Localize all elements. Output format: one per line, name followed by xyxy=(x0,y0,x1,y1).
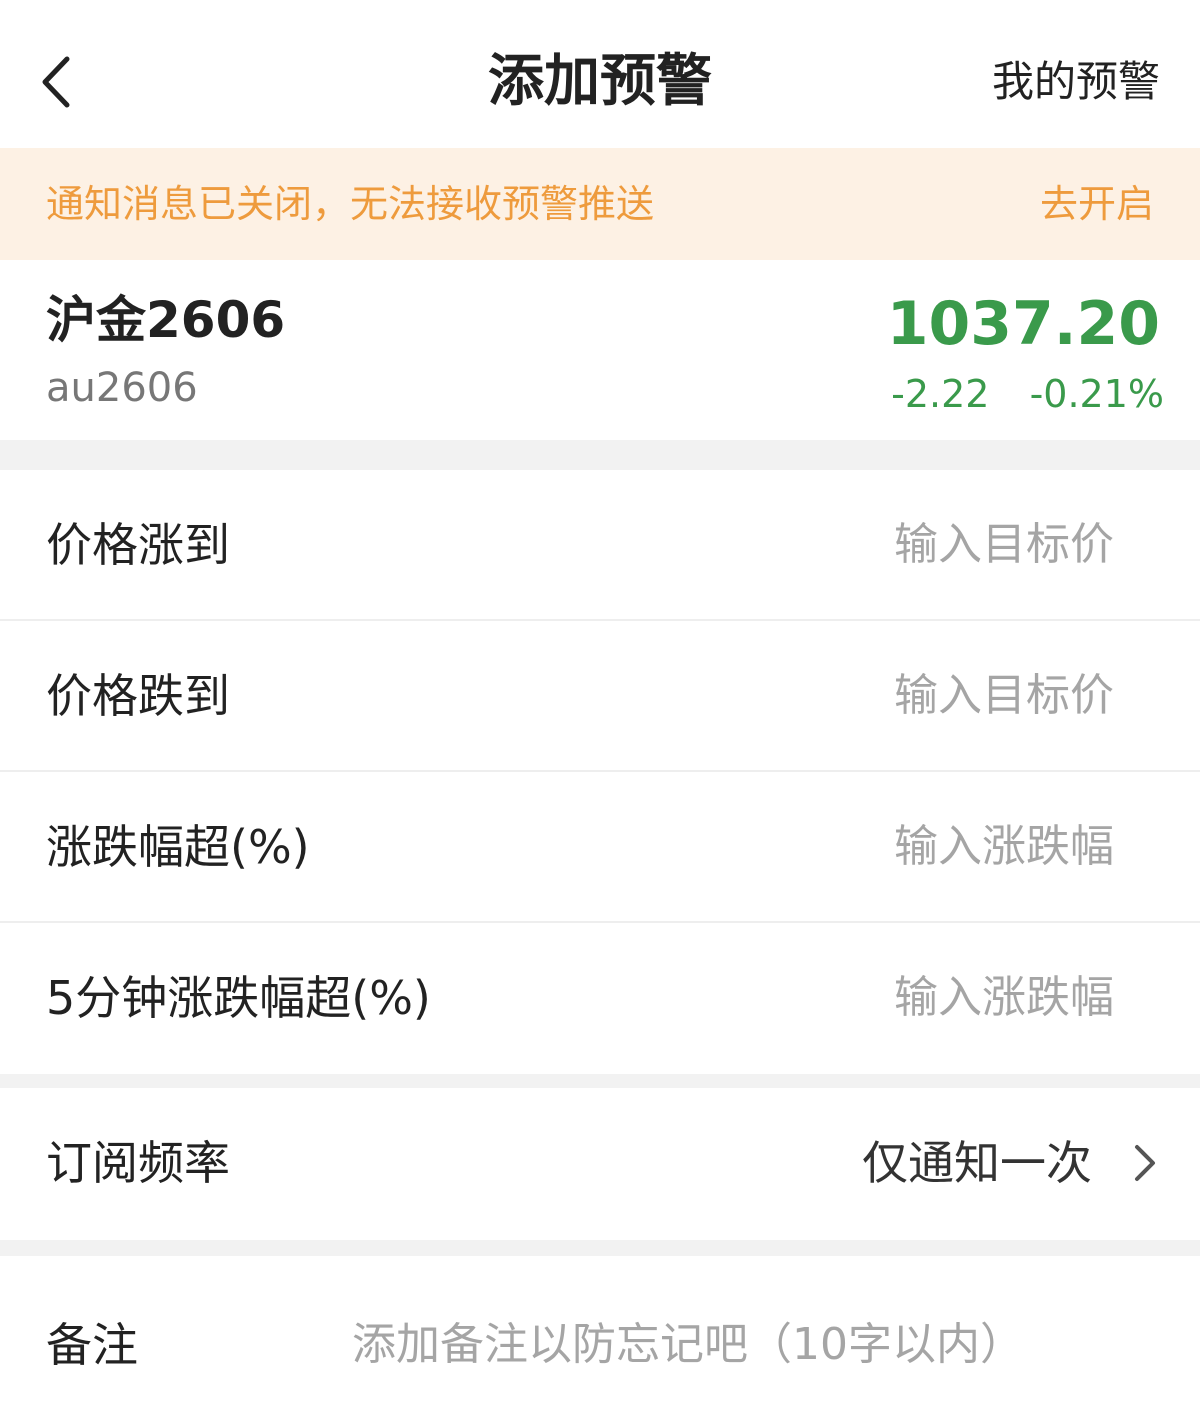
contract-name: 沪金2606 xyxy=(46,291,286,349)
condition-label: 价格涨到 xyxy=(46,518,230,572)
my-alerts-link[interactable]: 我的预警 xyxy=(992,52,1160,112)
alert-conditions: 价格涨到 价格跌到 涨跌幅超(%) 5分钟涨跌幅超(%) xyxy=(0,470,1200,1074)
notification-banner: 通知消息已关闭，无法接收预警推送 去开启 xyxy=(0,148,1200,260)
condition-row-price-up: 价格涨到 xyxy=(0,470,1200,621)
note-row: 备注 xyxy=(0,1256,1200,1424)
condition-row-change-pct: 涨跌幅超(%) xyxy=(0,772,1200,923)
change-pct-input[interactable] xyxy=(894,816,1124,878)
note-input[interactable] xyxy=(352,1314,1152,1376)
condition-row-price-down: 价格跌到 xyxy=(0,621,1200,772)
price-change: -2.22 -0.21% xyxy=(891,364,1164,424)
contract-code: au2606 xyxy=(46,365,198,411)
frequency-row[interactable]: 订阅频率 仅通知一次 xyxy=(0,1088,1200,1240)
price-down-input[interactable] xyxy=(894,665,1124,727)
chevron-right-icon xyxy=(1135,1145,1155,1181)
five-min-change-pct-input[interactable] xyxy=(894,967,1124,1029)
frequency-label: 订阅频率 xyxy=(46,1136,230,1190)
quote-card: 沪金2606 au2606 1037.20 -2.22 -0.21% xyxy=(0,260,1200,440)
condition-label: 5分钟涨跌幅超(%) xyxy=(46,971,431,1025)
enable-notifications-link[interactable]: 去开启 xyxy=(1040,176,1154,232)
condition-label: 涨跌幅超(%) xyxy=(46,820,310,874)
last-price: 1037.20 xyxy=(886,289,1160,359)
change-value: -2.22 xyxy=(891,372,990,416)
notice-text: 通知消息已关闭，无法接收预警推送 xyxy=(46,182,655,226)
condition-row-5min-change-pct: 5分钟涨跌幅超(%) xyxy=(0,923,1200,1074)
change-percent: -0.21% xyxy=(1029,372,1164,416)
note-label: 备注 xyxy=(46,1318,138,1372)
price-up-input[interactable] xyxy=(894,514,1124,576)
frequency-value: 仅通知一次 xyxy=(862,1136,1092,1190)
condition-label: 价格跌到 xyxy=(46,669,230,723)
header-bar: 添加预警 我的预警 xyxy=(0,0,1200,148)
